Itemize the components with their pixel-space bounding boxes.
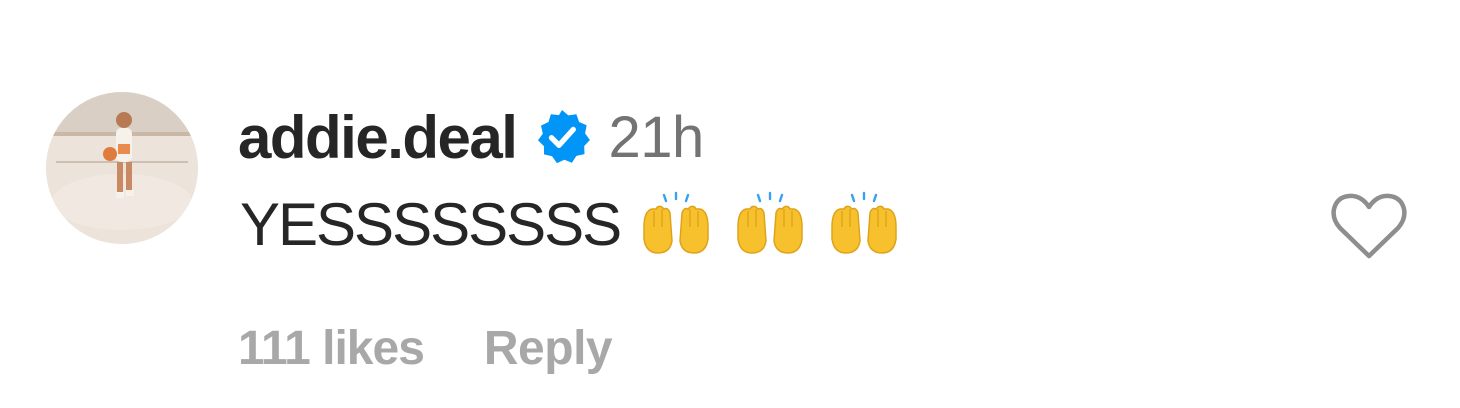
raising-hands-emoji <box>638 191 714 257</box>
likes-count-link[interactable]: 111 likes <box>238 321 425 376</box>
avatar-image <box>46 92 198 244</box>
verified-badge-icon <box>532 107 592 167</box>
username-link[interactable]: addie.deal <box>238 103 518 172</box>
comment-timestamp[interactable]: 21h <box>608 104 704 171</box>
avatar[interactable] <box>46 92 198 244</box>
raising-hands-emoji <box>732 191 808 257</box>
reply-button[interactable]: Reply <box>484 321 613 376</box>
raising-hands-emoji <box>826 191 902 257</box>
comment-header: addie.deal 21h <box>238 103 704 172</box>
comment-item: addie.deal 21h YESSSSSSSS 111 likes Repl… <box>0 0 1460 408</box>
comment-footer: 111 likes Reply <box>238 316 613 380</box>
like-heart-icon[interactable] <box>1330 192 1408 262</box>
comment-text: YESSSSSSSS <box>240 190 622 258</box>
comment-body: YESSSSSSSS <box>240 188 902 260</box>
